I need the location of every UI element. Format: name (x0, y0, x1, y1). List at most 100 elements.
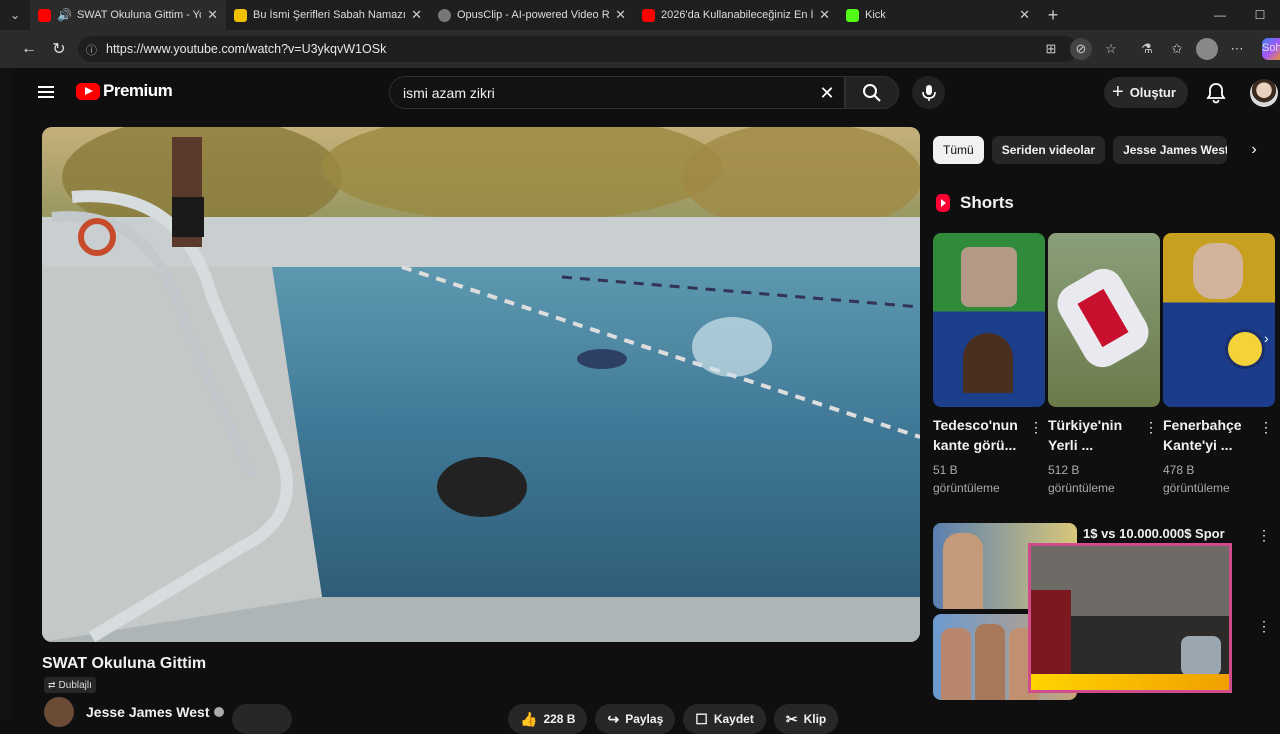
video-player[interactable] (42, 127, 920, 642)
short-view-label: görüntüleme (1048, 481, 1115, 495)
short-title-line: Türkiye'nin (1048, 417, 1123, 433)
create-button[interactable]: + Oluştur (1104, 77, 1188, 108)
site-favicon-icon (234, 8, 247, 22)
tab-youtube[interactable]: 🔊 SWAT Okuluna Gittim - YouTube ✕ (30, 0, 226, 30)
close-tab-icon[interactable]: ✕ (1019, 7, 1030, 23)
close-tab-icon[interactable]: ✕ (207, 7, 218, 23)
short-title-line: Yerli ... (1048, 437, 1094, 453)
short-title-line: kante görü... (933, 437, 1017, 453)
address-bar-row: ← ↻ ⓘ https://www.youtube.com/watch?v=U3… (0, 30, 1280, 68)
settings-more-icon[interactable]: ⋯ (1226, 38, 1248, 60)
short-title[interactable]: Fenerbahçe Kante'yi ... (1163, 415, 1263, 455)
short-title-line: Kante'yi ... (1163, 437, 1233, 453)
maximize-icon[interactable]: ☐ (1240, 0, 1280, 30)
tab-opusclip[interactable]: OpusClip - AI-powered Video Repurposing … (430, 0, 634, 30)
site-info-icon[interactable]: ⓘ (86, 42, 100, 57)
short-title[interactable]: Türkiye'nin Yerli ... (1048, 415, 1148, 455)
short-thumbnail[interactable] (933, 233, 1045, 407)
mic-icon (921, 84, 936, 101)
more-vert-icon[interactable]: ⋮ (1257, 618, 1271, 635)
url-text: https://www.youtube.com/watch?v=U3ykqvW1… (106, 42, 387, 56)
more-vert-icon[interactable]: ⋮ (1144, 419, 1158, 436)
more-vert-icon[interactable]: ⋮ (1029, 419, 1043, 436)
shorts-heading: Shorts (936, 193, 1014, 213)
more-vert-icon[interactable]: ⋮ (1257, 527, 1271, 544)
tracking-prevention-icon[interactable]: ⊘ (1070, 38, 1092, 60)
translate-icon: ⇄ (48, 679, 56, 690)
clear-search-icon[interactable]: ✕ (816, 82, 838, 104)
favorites-icon[interactable]: ✩ (1166, 38, 1188, 60)
close-tab-icon[interactable]: ✕ (615, 7, 626, 23)
back-icon[interactable]: ← (14, 34, 44, 64)
short-view-label: görüntüleme (1163, 481, 1230, 495)
tab-label: Bu İsmi Şerifleri Sabah Namazından (253, 9, 406, 21)
save-icon: ☐ (695, 710, 708, 727)
chevron-right-icon[interactable]: › (1242, 138, 1266, 162)
user-avatar[interactable] (1250, 79, 1278, 107)
clip-button[interactable]: ✂ Klip (773, 704, 839, 734)
subscription-bell-button[interactable] (232, 704, 292, 734)
channel-name[interactable]: Jesse James West (86, 704, 210, 720)
short-item[interactable]: Tedesco'nun kante görü... 51 B görüntüle… (933, 233, 1045, 497)
short-thumbnail[interactable] (1163, 233, 1275, 407)
youtube-favicon-icon (38, 8, 51, 22)
scissors-icon: ✂ (785, 710, 798, 727)
channel-avatar[interactable] (44, 697, 74, 727)
like-button[interactable]: 👍 228 B (508, 704, 588, 734)
dubbed-badge: ⇄ Dublajlı (44, 677, 96, 693)
channel-owner[interactable]: Jesse James West (44, 697, 224, 727)
bell-icon[interactable] (1204, 81, 1228, 105)
tab-label: Kick (865, 9, 886, 21)
kick-favicon-icon (846, 8, 859, 22)
url-field[interactable]: ⓘ https://www.youtube.com/watch?v=U3ykqv… (78, 36, 1078, 62)
opusclip-favicon-icon (438, 8, 451, 22)
logo-text: Premium (103, 81, 173, 100)
close-tab-icon[interactable]: ✕ (411, 7, 422, 23)
chevron-right-icon[interactable]: › (1264, 330, 1269, 346)
short-title[interactable]: Tedesco'nun kante görü... (933, 415, 1033, 455)
chip-all[interactable]: Tümü (933, 136, 984, 164)
tab-label: OpusClip - AI-powered Video Repurposing (457, 9, 610, 21)
short-view-count: 512 B (1048, 463, 1080, 477)
voice-search-button[interactable] (912, 76, 945, 109)
share-button[interactable]: ↪ Paylaş (595, 704, 676, 734)
hamburger-icon[interactable] (36, 82, 56, 102)
audio-playing-icon[interactable]: 🔊 (57, 8, 72, 22)
webcam-overlay (1028, 543, 1232, 693)
apps-icon[interactable]: ⊞ (1040, 38, 1062, 60)
search-button[interactable] (845, 76, 899, 109)
tab-kick[interactable]: Kick ✕ (838, 0, 1038, 30)
create-label: Oluştur (1129, 85, 1176, 100)
shorts-logo-icon (936, 194, 950, 212)
save-button[interactable]: ☐ Kaydet (683, 704, 766, 734)
video-actions: 👍 228 B ↪ Paylaş ☐ Kaydet ✂ Klip (508, 704, 846, 734)
chip-series[interactable]: Seriden videolar (991, 136, 1106, 164)
favorite-star-icon[interactable]: ☆ (1100, 38, 1122, 60)
reload-icon[interactable]: ↻ (44, 34, 74, 64)
share-label: Paylaş (625, 712, 664, 726)
short-view-count: 478 B (1163, 463, 1195, 477)
tab-2026[interactable]: 2026'da Kullanabileceğiniz En İyi Ü ✕ (634, 0, 838, 30)
short-views: 478 B görüntüleme (1163, 461, 1275, 497)
youtube-premium-logo[interactable]: Premium (76, 81, 173, 101)
minimize-icon[interactable]: — (1200, 0, 1240, 30)
extensions-icon[interactable]: ⚗ (1136, 38, 1158, 60)
short-item[interactable]: Fenerbahçe Kante'yi ... 478 B görüntülem… (1163, 233, 1275, 497)
short-thumbnail[interactable] (1048, 233, 1160, 407)
copilot-label[interactable]: Soh (1262, 42, 1280, 54)
short-item[interactable]: Türkiye'nin Yerli ... 512 B görüntüleme … (1048, 233, 1160, 497)
webcam-frame-bar (1031, 674, 1229, 690)
chip-channel[interactable]: Jesse James West a (1113, 136, 1228, 164)
video-title: SWAT Okuluna Gittim (42, 655, 207, 672)
tab-ismi-serifleri[interactable]: Bu İsmi Şerifleri Sabah Namazından ✕ (226, 0, 430, 30)
close-tab-icon[interactable]: ✕ (819, 7, 830, 23)
short-view-count: 51 B (933, 463, 958, 477)
new-tab-icon[interactable]: + (1038, 5, 1068, 26)
more-vert-icon[interactable]: ⋮ (1259, 419, 1273, 436)
search-input[interactable]: ismi azam zikri ✕ (389, 76, 845, 109)
search-value: ismi azam zikri (403, 84, 495, 101)
profile-icon[interactable] (1196, 38, 1218, 60)
tab-actions-menu-icon[interactable]: ⌄ (0, 0, 30, 30)
short-title-line: Tedesco'nun (933, 417, 1018, 433)
short-view-label: görüntüleme (933, 481, 1000, 495)
